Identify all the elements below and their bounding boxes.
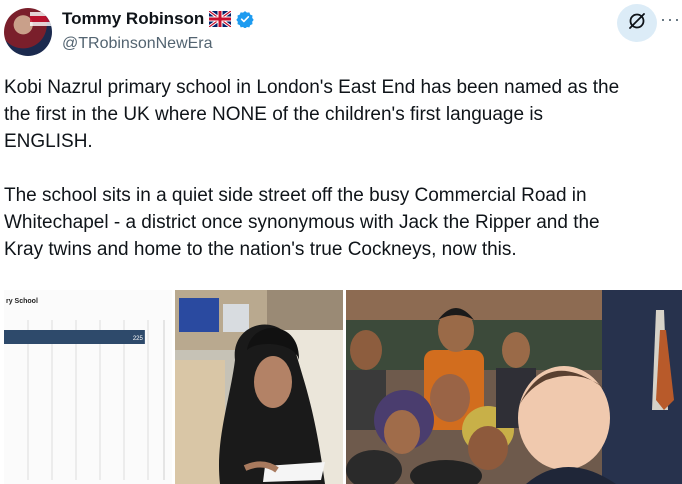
bar-chart: 225	[4, 320, 165, 480]
author-name[interactable]: Tommy Robinson	[62, 9, 204, 29]
children-with-man-photo[interactable]	[346, 290, 682, 484]
tweet-paragraph-1: Kobi Nazrul primary school in London's E…	[4, 77, 620, 152]
student-in-hijab-photo[interactable]	[175, 290, 343, 484]
chart-title: ry School	[6, 298, 38, 305]
author-handle[interactable]: @TRobinsonNewEra	[62, 35, 213, 53]
chart-bar	[4, 330, 145, 344]
tweet-text: Kobi Nazrul primary school in London's E…	[4, 74, 678, 263]
author-avatar[interactable]	[4, 8, 52, 56]
uk-flag-icon	[208, 9, 233, 29]
tweet-media[interactable]: 225 ry School	[4, 290, 682, 484]
chart-image[interactable]: 225 ry School	[4, 290, 175, 484]
grok-icon	[627, 11, 647, 36]
verified-badge-icon	[236, 10, 254, 29]
grok-button[interactable]	[617, 4, 657, 42]
author-name-row: Tommy Robinson	[62, 9, 254, 29]
more-options-button[interactable]: ···	[660, 10, 682, 34]
chart-bar-label: 225	[133, 336, 144, 342]
tweet-paragraph-2: The school sits in a quiet side street o…	[4, 185, 600, 260]
